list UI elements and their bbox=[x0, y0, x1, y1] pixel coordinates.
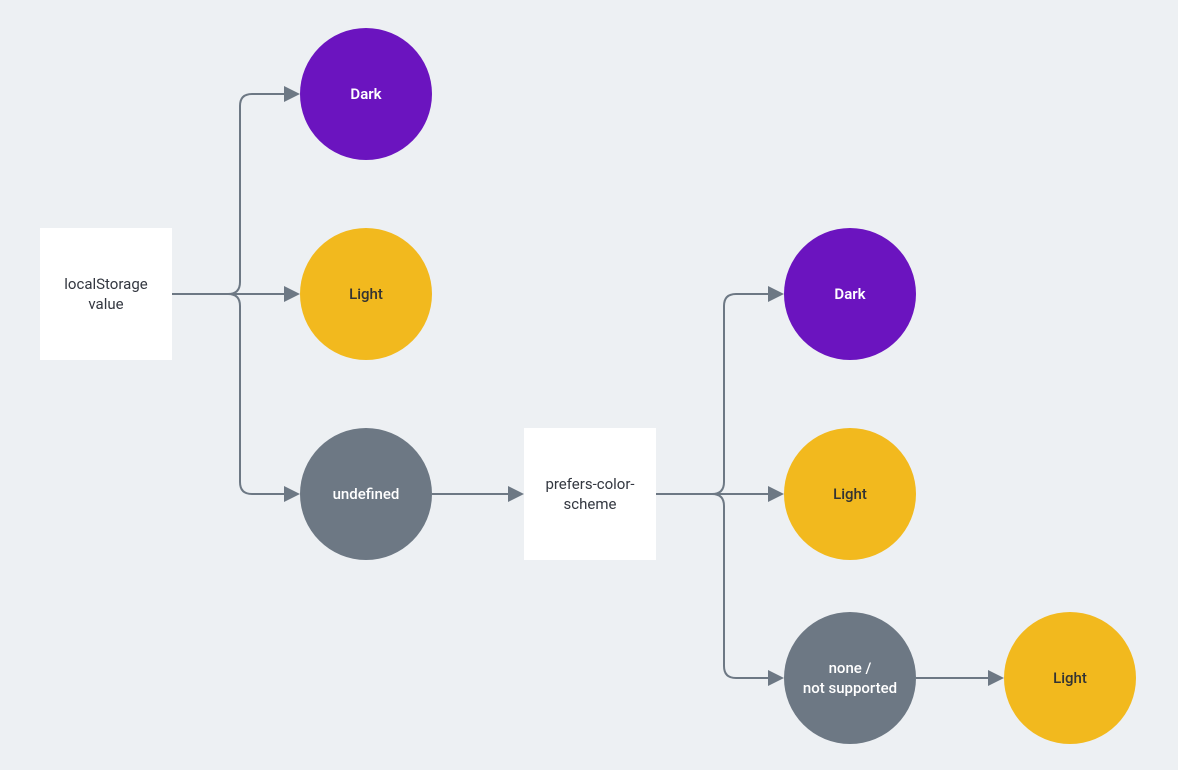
node-label: undefined bbox=[333, 484, 400, 504]
connector-layer bbox=[0, 0, 1178, 770]
node-undefined: undefined bbox=[300, 428, 432, 560]
node-label: Light bbox=[349, 284, 383, 304]
node-pcs-dark: Dark bbox=[784, 228, 916, 360]
node-label: Light bbox=[1053, 668, 1087, 688]
node-label: none / not supported bbox=[803, 658, 897, 699]
node-light: Light bbox=[300, 228, 432, 360]
node-pcs-light: Light bbox=[784, 428, 916, 560]
node-dark: Dark bbox=[300, 28, 432, 160]
node-label: prefers-color-scheme bbox=[532, 474, 648, 515]
node-label: Dark bbox=[834, 284, 865, 304]
node-label: localStorage value bbox=[48, 274, 164, 315]
node-label: Light bbox=[833, 484, 867, 504]
node-label: Dark bbox=[350, 84, 381, 104]
node-pcs-none: none / not supported bbox=[784, 612, 916, 744]
node-default-light: Light bbox=[1004, 612, 1136, 744]
node-prefers-color-scheme: prefers-color-scheme bbox=[524, 428, 656, 560]
node-localstorage-value: localStorage value bbox=[40, 228, 172, 360]
